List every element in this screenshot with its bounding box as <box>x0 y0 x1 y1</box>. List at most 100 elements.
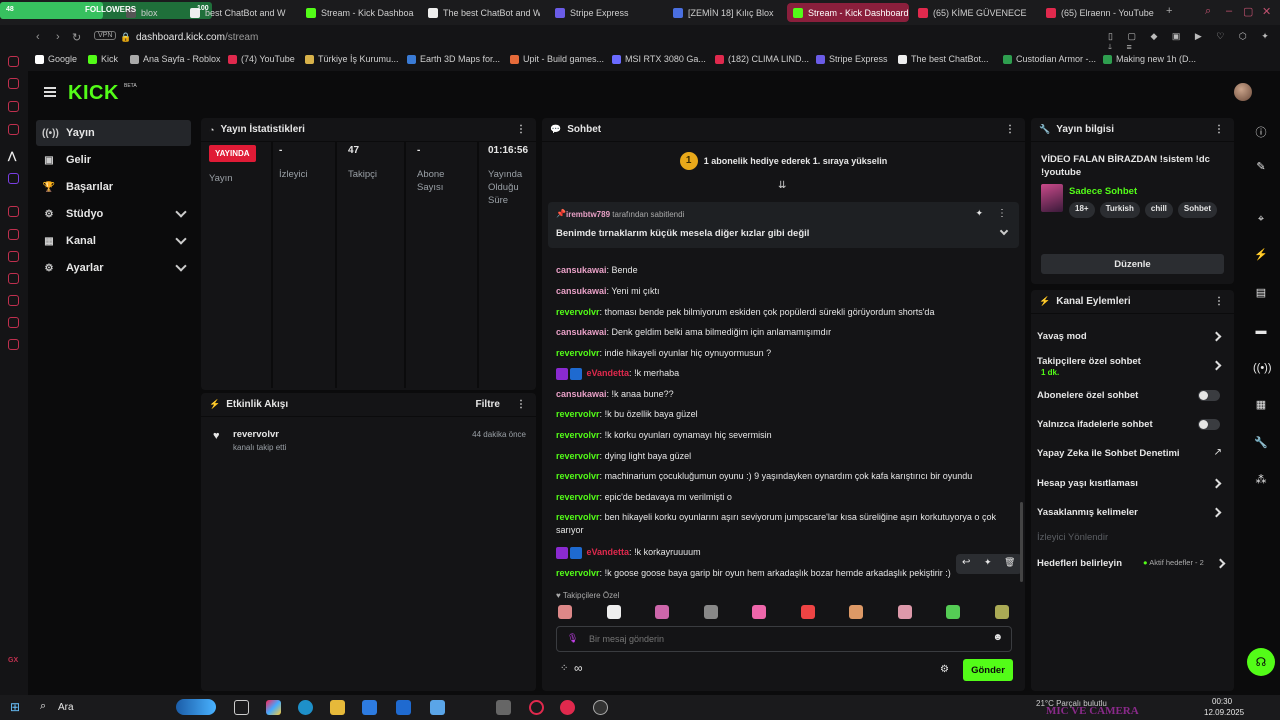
chat-menu-icon[interactable]: ⋮ <box>1005 124 1015 135</box>
chat-username[interactable]: cansukawai <box>556 327 607 337</box>
maximize-button[interactable]: ▢ <box>1243 5 1253 18</box>
vpn-badge[interactable]: VPN <box>94 31 117 40</box>
chat-message[interactable]: cansukawai: Bende <box>556 264 1011 277</box>
chat-username[interactable]: revervolvr <box>556 409 600 419</box>
pin-message-icon[interactable]: ✦ <box>984 557 992 568</box>
tag-chip[interactable]: 18+ <box>1069 202 1095 218</box>
url-field[interactable]: dashboard.kick.com/stream <box>136 32 258 43</box>
bookmark-item[interactable]: (182) CLIMA LIND... <box>715 54 809 64</box>
browser-tab[interactable]: (65) KİME GÜVENECE <box>912 3 1034 22</box>
focus-icon[interactable]: ⌖ <box>1253 211 1269 227</box>
chat-username[interactable]: revervolvr <box>556 492 600 502</box>
browser-tab[interactable]: [ZEMİN 18] Kılıç Blox <box>667 3 783 22</box>
chevron-down-icon[interactable] <box>175 206 187 218</box>
emote-icon[interactable] <box>946 605 960 619</box>
apps-icon[interactable]: ⁂ <box>1253 472 1269 488</box>
opera-sidebar-icon[interactable] <box>8 78 19 89</box>
chat-message[interactable]: revervolvr: dying light baya güzel <box>556 450 1011 463</box>
nav-item[interactable]: ▦ Kanal <box>36 228 191 254</box>
chat-message[interactable]: eVandetta: !k merhaba <box>556 367 1011 380</box>
clock-time[interactable]: 00:30 <box>1212 697 1232 706</box>
clock-date[interactable]: 12.09.2025 <box>1204 708 1244 717</box>
gx-icon[interactable]: GX <box>8 657 18 664</box>
nav-item[interactable]: ((•)) Yayın <box>36 120 191 146</box>
calculator-icon[interactable] <box>496 700 511 715</box>
edit-button[interactable]: Düzenle <box>1041 254 1224 274</box>
activity-menu-icon[interactable]: ⋮ <box>516 399 526 410</box>
bookmark-item[interactable]: Kick <box>88 54 118 64</box>
chat-message[interactable]: cansukawai: Yeni mi çıktı <box>556 285 1011 298</box>
layout-icon[interactable]: ▦ <box>1253 397 1269 413</box>
edit-icon[interactable]: ✎ <box>1253 159 1269 175</box>
taskbar-search-icon[interactable]: ⌕ <box>40 700 46 713</box>
nav-item[interactable]: ⚙ Stüdyo <box>36 201 191 227</box>
avatar[interactable] <box>1234 83 1252 101</box>
opera-gx-icon[interactable] <box>560 700 575 715</box>
copilot-icon[interactable] <box>266 700 281 715</box>
bookmark-item[interactable]: Stripe Express <box>816 54 888 64</box>
outlook-icon[interactable] <box>396 700 411 715</box>
nav-item[interactable]: 🏆 Başarılar <box>36 174 191 200</box>
opera-sidebar-icon[interactable] <box>8 206 19 217</box>
tag-chip[interactable]: chill <box>1144 202 1173 218</box>
gift-sub-banner[interactable]: 1 1 abonelik hediye ederek 1. sıraya yük… <box>542 151 1025 171</box>
chat-message[interactable]: cansukawai: Denk geldim belki ama bilmed… <box>556 326 1011 339</box>
back-icon[interactable]: ‹ <box>36 31 40 43</box>
opera-sidebar-icon[interactable] <box>8 124 19 135</box>
twitch-sidebar-icon[interactable] <box>8 173 19 184</box>
chevron-down-icon[interactable] <box>175 233 187 245</box>
chat-settings-icon[interactable]: ⚙ <box>940 664 949 675</box>
opera-sidebar-icon[interactable] <box>8 295 19 306</box>
nav-item[interactable]: ▣ Gelir <box>36 147 191 173</box>
chat-username[interactable]: cansukawai <box>556 389 607 399</box>
taskbar-search[interactable]: Ara <box>58 702 74 713</box>
task-view-icon[interactable] <box>234 700 249 715</box>
chat-username[interactable]: revervolvr <box>556 512 600 522</box>
nav-item[interactable]: ⚙ Ayarlar <box>36 255 191 281</box>
document-icon[interactable]: ▤ <box>1253 285 1269 301</box>
browser-tab[interactable]: (65) Elraenn - YouTube <box>1040 3 1156 22</box>
bookmark-item[interactable]: Upit - Build games... <box>510 54 604 64</box>
chat-username[interactable]: eVandetta <box>587 368 630 378</box>
emote-icon[interactable] <box>800 605 815 619</box>
bookmark-item[interactable]: Türkiye İş Kurumu... <box>305 54 399 64</box>
subs-only-toggle[interactable] <box>1198 390 1220 401</box>
opera-sidebar-icon[interactable] <box>8 273 19 284</box>
channel-actions-menu-icon[interactable]: ⋮ <box>1214 296 1224 307</box>
explorer-icon[interactable] <box>330 700 345 715</box>
bookmark-item[interactable]: Ana Sayfa - Roblox <box>130 54 221 64</box>
bookmark-item[interactable]: Making new 1h (D... <box>1103 54 1196 64</box>
emote-icon[interactable] <box>752 605 766 619</box>
chat-message[interactable]: revervolvr: !k goose goose baya garip bi… <box>556 567 1011 580</box>
scroll-down-icon[interactable]: ⇊ <box>778 180 786 191</box>
browser-tab[interactable]: Stream - Kick Dashboard <box>787 3 909 22</box>
send-button[interactable]: Gönder <box>963 659 1013 681</box>
obs-icon[interactable] <box>593 700 608 715</box>
tag-chip[interactable]: Turkish <box>1099 202 1140 218</box>
chat-username[interactable]: revervolvr <box>556 348 600 358</box>
chat-message[interactable]: revervolvr: ben hikayeli korku oyunların… <box>556 511 1011 537</box>
bookmark-item[interactable]: (74) YouTube <box>228 54 295 64</box>
pinned-menu-icon[interactable]: ⋮ <box>997 208 1007 219</box>
support-icon[interactable]: ☊ <box>1247 648 1275 676</box>
kick-sidebar-icon[interactable]: ⋀ <box>8 151 16 162</box>
chat-message[interactable]: revervolvr: !k korku oyunları oynamayı h… <box>556 429 1011 442</box>
wrench-icon[interactable]: 🔧 <box>1253 435 1269 451</box>
chat-message[interactable]: eVandetta: !k korkayruuuum <box>556 546 1011 559</box>
emoji-icon[interactable]: ☻ <box>992 632 1003 643</box>
chat-username[interactable]: cansukawai <box>556 265 607 275</box>
opera-sidebar-icon[interactable] <box>8 56 19 67</box>
new-tab-button[interactable]: + <box>1166 5 1172 17</box>
browser-tab[interactable]: Stream - Kick Dashboar <box>300 3 414 22</box>
bookmark-item[interactable]: MSI RTX 3080 Ga... <box>612 54 706 64</box>
chat-username[interactable]: revervolvr <box>556 451 600 461</box>
opera-sidebar-icon[interactable] <box>8 251 19 262</box>
reply-icon[interactable]: ↩ <box>962 557 970 568</box>
chat-message[interactable]: revervolvr: epic'de bedavaya mı verilmiş… <box>556 491 1011 504</box>
opera-sidebar-icon[interactable] <box>8 229 19 240</box>
emote-icon[interactable] <box>606 605 621 619</box>
activity-item[interactable]: ♥ revervolvr kanalı takip etti 44 dakika ön… <box>201 427 536 457</box>
chat-input[interactable] <box>589 632 969 646</box>
edge-icon[interactable] <box>298 700 313 715</box>
chat-username[interactable]: revervolvr <box>556 568 600 578</box>
